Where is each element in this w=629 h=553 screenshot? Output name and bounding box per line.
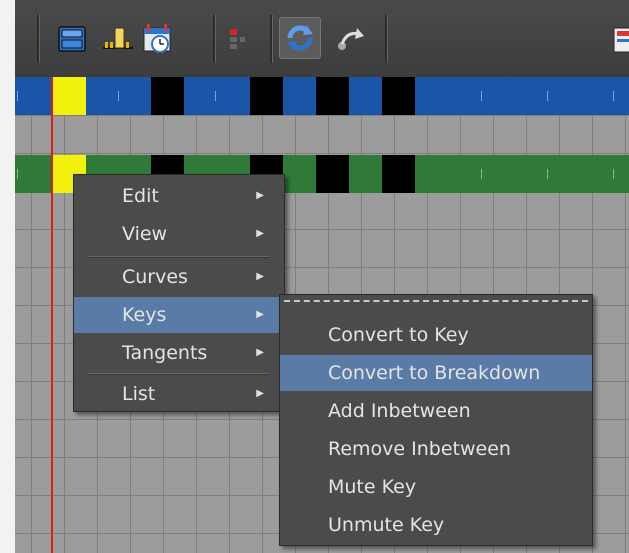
key[interactable] bbox=[316, 155, 349, 193]
toolbar-separator bbox=[213, 15, 216, 63]
context-menu: Edit ▶ View ▶ Curves ▶ Keys ▶ Tangents ▶… bbox=[73, 174, 285, 412]
key[interactable] bbox=[316, 77, 349, 115]
dope-sheet-editor: Edit ▶ View ▶ Curves ▶ Keys ▶ Tangents ▶… bbox=[15, 0, 629, 553]
key[interactable] bbox=[151, 77, 184, 115]
menu-item-keys[interactable]: Keys ▶ bbox=[74, 297, 284, 333]
menu-item-label: Edit bbox=[122, 185, 159, 207]
track-tick bbox=[215, 91, 216, 101]
track-tick bbox=[118, 91, 119, 101]
keys-submenu: Convert to Key Convert to Breakdown Add … bbox=[279, 294, 593, 546]
submenu-arrow-icon: ▶ bbox=[256, 271, 264, 282]
menu-item-label: Keys bbox=[122, 304, 167, 326]
submenu-item-convert-to-key[interactable]: Convert to Key bbox=[280, 317, 592, 353]
menu-item-label: Curves bbox=[122, 266, 188, 288]
submenu-item-label: Remove Inbetween bbox=[328, 438, 511, 460]
tear-off-bar[interactable] bbox=[284, 300, 588, 302]
submenu-arrow-icon: ▶ bbox=[256, 309, 264, 320]
toolbar-separator bbox=[270, 15, 273, 63]
track-tick bbox=[481, 91, 482, 101]
track-tick bbox=[481, 169, 482, 179]
submenu-item-label: Mute Key bbox=[328, 476, 417, 498]
menu-item-view[interactable]: View ▶ bbox=[74, 216, 284, 252]
track-tick bbox=[17, 169, 18, 179]
toolbar-separator bbox=[385, 15, 388, 63]
key[interactable] bbox=[382, 77, 415, 115]
submenu-arrow-icon: ▶ bbox=[256, 388, 264, 399]
track-tick bbox=[613, 91, 614, 101]
toolbar bbox=[15, 0, 629, 78]
auto-sync-icon[interactable] bbox=[279, 17, 321, 59]
track-tick bbox=[613, 169, 614, 179]
key[interactable] bbox=[382, 155, 415, 193]
graph-editor-icon[interactable] bbox=[611, 21, 629, 57]
menu-item-tangents[interactable]: Tangents ▶ bbox=[74, 335, 284, 371]
submenu-item-label: Add Inbetween bbox=[328, 400, 471, 422]
menu-item-list[interactable]: List ▶ bbox=[74, 376, 284, 412]
timeline-clock-icon[interactable] bbox=[140, 21, 174, 57]
submenu-arrow-icon: ▶ bbox=[256, 190, 264, 201]
submenu-item-unmute-key[interactable]: Unmute Key bbox=[280, 507, 592, 543]
toolbar-separator bbox=[37, 15, 40, 63]
menu-item-label: List bbox=[122, 383, 156, 405]
scale-keys-icon[interactable] bbox=[101, 21, 135, 57]
menu-item-curves[interactable]: Curves ▶ bbox=[74, 259, 284, 295]
menu-item-label: View bbox=[122, 223, 168, 245]
submenu-item-label: Unmute Key bbox=[328, 514, 445, 536]
menu-item-label: Tangents bbox=[122, 342, 208, 364]
menu-separator bbox=[88, 256, 270, 258]
redo-curve-icon[interactable] bbox=[333, 21, 367, 57]
menu-item-edit[interactable]: Edit ▶ bbox=[74, 178, 284, 214]
layout-icon[interactable] bbox=[55, 21, 89, 57]
submenu-arrow-icon: ▶ bbox=[256, 228, 264, 239]
track-tick bbox=[547, 91, 548, 101]
submenu-item-mute-key[interactable]: Mute Key bbox=[280, 469, 592, 505]
submenu-item-add-inbetween[interactable]: Add Inbetween bbox=[280, 393, 592, 429]
menu-separator bbox=[88, 373, 270, 375]
submenu-item-label: Convert to Breakdown bbox=[328, 362, 541, 384]
submenu-arrow-icon: ▶ bbox=[256, 347, 264, 358]
key[interactable] bbox=[250, 77, 283, 115]
current-time-indicator[interactable] bbox=[51, 77, 53, 553]
submenu-item-remove-inbetween[interactable]: Remove Inbetween bbox=[280, 431, 592, 467]
submenu-item-label: Convert to Key bbox=[328, 324, 469, 346]
submenu-item-convert-to-breakdown[interactable]: Convert to Breakdown bbox=[280, 355, 592, 391]
selected-key[interactable] bbox=[53, 77, 86, 115]
red-key-icon[interactable] bbox=[225, 21, 259, 57]
track-tick bbox=[17, 91, 18, 101]
track-tick bbox=[547, 169, 548, 179]
key-track-blue[interactable] bbox=[15, 77, 629, 115]
